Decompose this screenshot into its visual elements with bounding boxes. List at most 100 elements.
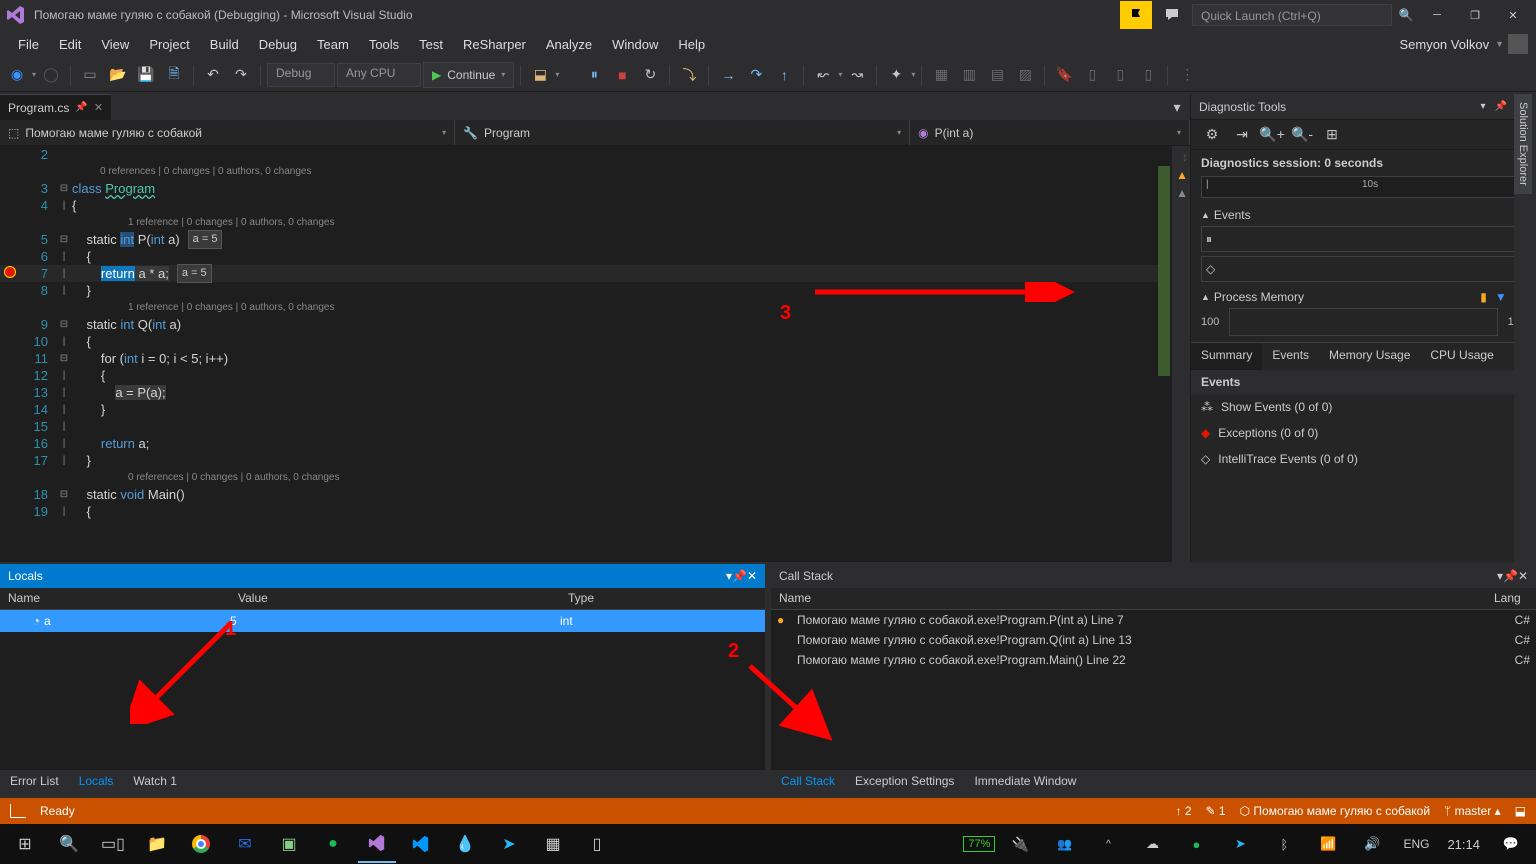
col-header[interactable]: Name — [771, 588, 1486, 609]
pencil-icon[interactable]: ✎ 1 — [1206, 804, 1226, 818]
diag-tab-events[interactable]: Events — [1262, 343, 1319, 370]
diag-timeline[interactable]: | 10s | — [1201, 176, 1526, 198]
tb-icon[interactable]: ↜ — [810, 62, 836, 88]
callstack-row[interactable]: Помогаю маме гуляю с собакой.exe!Program… — [771, 650, 1536, 670]
menu-window[interactable]: Window — [602, 34, 668, 55]
tb-icon[interactable]: ⬓ — [527, 62, 553, 88]
tray-chevron-icon[interactable]: ^ — [1089, 825, 1127, 863]
arrow-up-icon[interactable]: ↑ 2 — [1175, 804, 1191, 818]
panel-dropdown-button[interactable]: ▾ — [1474, 101, 1492, 112]
menu-tools[interactable]: Tools — [359, 34, 409, 55]
col-header[interactable]: Lang — [1486, 588, 1536, 609]
col-header[interactable]: Type — [560, 588, 602, 609]
diag-event-link[interactable]: ◆Exceptions (0 of 0) — [1191, 420, 1536, 446]
nav-class-combo[interactable]: 🔧 Program ▾ — [455, 120, 910, 145]
zoom-in-icon[interactable]: 🔍+ — [1259, 122, 1285, 148]
continue-button[interactable]: ▶ Continue ▾ — [423, 62, 514, 88]
app-icon[interactable]: ▦ — [534, 825, 572, 863]
tb-icon[interactable]: ▦ — [928, 62, 954, 88]
repo-status-icon[interactable]: ⬓ — [1515, 804, 1526, 818]
open-file-button[interactable]: 📂 — [105, 62, 131, 88]
notification-flag-button[interactable] — [1120, 1, 1152, 29]
spotify-tray-icon[interactable]: ● — [1177, 825, 1215, 863]
power-icon[interactable]: 🔌 — [1001, 825, 1039, 863]
tb-icon[interactable]: 🔖 — [1051, 62, 1077, 88]
diag-tab-memory[interactable]: Memory Usage — [1319, 343, 1420, 370]
datatip[interactable]: a = 5 — [188, 230, 223, 249]
memory-graph[interactable] — [1229, 308, 1498, 336]
col-header[interactable]: Name — [0, 588, 230, 609]
action-center-icon[interactable]: 💬 — [1492, 825, 1530, 863]
redo-button[interactable]: ↷ — [228, 62, 254, 88]
tab-error-list[interactable]: Error List — [0, 770, 69, 794]
show-next-stmt-button[interactable]: ⤵ — [676, 62, 702, 88]
search-button[interactable]: 🔍 — [50, 825, 88, 863]
wifi-icon[interactable]: 📶 — [1309, 825, 1347, 863]
pin-icon[interactable]: 📌 — [75, 102, 87, 113]
tab-exception-settings[interactable]: Exception Settings — [845, 770, 964, 794]
col-header[interactable]: Value — [230, 588, 560, 609]
tab-call-stack[interactable]: Call Stack — [771, 770, 845, 794]
diag-event-link[interactable]: ◇IntelliTrace Events (0 of 0) — [1191, 446, 1536, 472]
telegram-tray-icon[interactable]: ➤ — [1221, 825, 1259, 863]
tb-icon[interactable]: ▯ — [1107, 62, 1133, 88]
language-indicator[interactable]: ENG — [1397, 825, 1435, 863]
document-tab[interactable]: Program.cs 📌 ✕ — [0, 94, 111, 120]
tb-icon[interactable]: ▨ — [1012, 62, 1038, 88]
app-icon[interactable]: 💧 — [446, 825, 484, 863]
diag-event-link[interactable]: ⁂Show Events (0 of 0) — [1191, 394, 1536, 420]
menu-debug[interactable]: Debug — [249, 34, 307, 55]
task-view-button[interactable]: ▭▯ — [94, 825, 132, 863]
outlook-icon[interactable]: ✉ — [226, 825, 264, 863]
breakpoint-icon[interactable] — [0, 265, 20, 282]
menu-file[interactable]: File — [8, 34, 49, 55]
locals-row[interactable]: ◔ a 5 int — [0, 610, 765, 632]
menu-test[interactable]: Test — [409, 34, 453, 55]
tb-icon[interactable]: ↝ — [844, 62, 870, 88]
onedrive-icon[interactable]: ☁ — [1133, 825, 1171, 863]
diag-memory-header[interactable]: Process Memory — [1214, 290, 1476, 304]
vscode-icon[interactable] — [402, 825, 440, 863]
step-out-button[interactable]: ↑ — [771, 62, 797, 88]
step-over-button[interactable]: ↷ — [743, 62, 769, 88]
menu-help[interactable]: Help — [668, 34, 715, 55]
panel-pin-button[interactable]: 📌 — [1503, 569, 1518, 583]
nav-back-button[interactable]: ◉ — [4, 62, 30, 88]
menu-build[interactable]: Build — [200, 34, 249, 55]
zoom-out-icon[interactable]: 🔍- — [1289, 122, 1315, 148]
codelens-text[interactable]: 1 reference | 0 changes | 0 authors, 0 c… — [128, 299, 334, 316]
nav-member-combo[interactable]: ◉ P(int a) ▾ — [910, 120, 1190, 145]
quick-launch-input[interactable]: Quick Launch (Ctrl+Q) — [1192, 4, 1392, 26]
tab-overflow-button[interactable]: ▾ — [1164, 94, 1190, 120]
solution-explorer-tab[interactable]: Solution Explorer — [1514, 94, 1532, 194]
callstack-row[interactable]: ●Помогаю маме гуляю с собакой.exe!Progra… — [771, 610, 1536, 630]
callstack-row[interactable]: Помогаю маме гуляю с собакой.exe!Program… — [771, 630, 1536, 650]
tab-locals[interactable]: Locals — [69, 770, 124, 794]
tb-icon[interactable]: ⇥ — [1229, 122, 1255, 148]
spotify-icon[interactable]: ● — [314, 825, 352, 863]
panel-close-button[interactable]: ✕ — [747, 569, 757, 583]
visual-studio-icon[interactable] — [358, 825, 396, 863]
save-all-button[interactable]: 🗎 — [161, 62, 187, 88]
file-explorer-icon[interactable]: 📁 — [138, 825, 176, 863]
solution-config-combo[interactable]: Debug — [267, 63, 335, 87]
restart-button[interactable]: ↻ — [637, 62, 663, 88]
bluetooth-icon[interactable]: ᛒ — [1265, 825, 1303, 863]
maximize-button[interactable]: ❐ — [1458, 1, 1492, 29]
close-tab-button[interactable]: ✕ — [94, 101, 103, 114]
break-all-button[interactable]: ⏸ — [581, 62, 607, 88]
menu-edit[interactable]: Edit — [49, 34, 91, 55]
volume-icon[interactable]: 🔊 — [1353, 825, 1391, 863]
menu-project[interactable]: Project — [139, 34, 199, 55]
reset-zoom-icon[interactable]: ⊞ — [1319, 122, 1345, 148]
panel-pin-button[interactable]: 📌 — [732, 569, 747, 583]
user-avatar-icon[interactable] — [1508, 34, 1528, 54]
save-button[interactable]: 💾 — [133, 62, 159, 88]
search-icon[interactable]: 🔍 — [1396, 8, 1416, 22]
telegram-icon[interactable]: ➤ — [490, 825, 528, 863]
diag-tab-summary[interactable]: Summary — [1191, 343, 1262, 370]
panel-pin-button[interactable]: 📌 — [1492, 101, 1510, 112]
new-project-button[interactable]: ▭ — [77, 62, 103, 88]
stop-debug-button[interactable]: ■ — [609, 62, 635, 88]
tb-icon[interactable]: ⋮ — [1174, 62, 1200, 88]
